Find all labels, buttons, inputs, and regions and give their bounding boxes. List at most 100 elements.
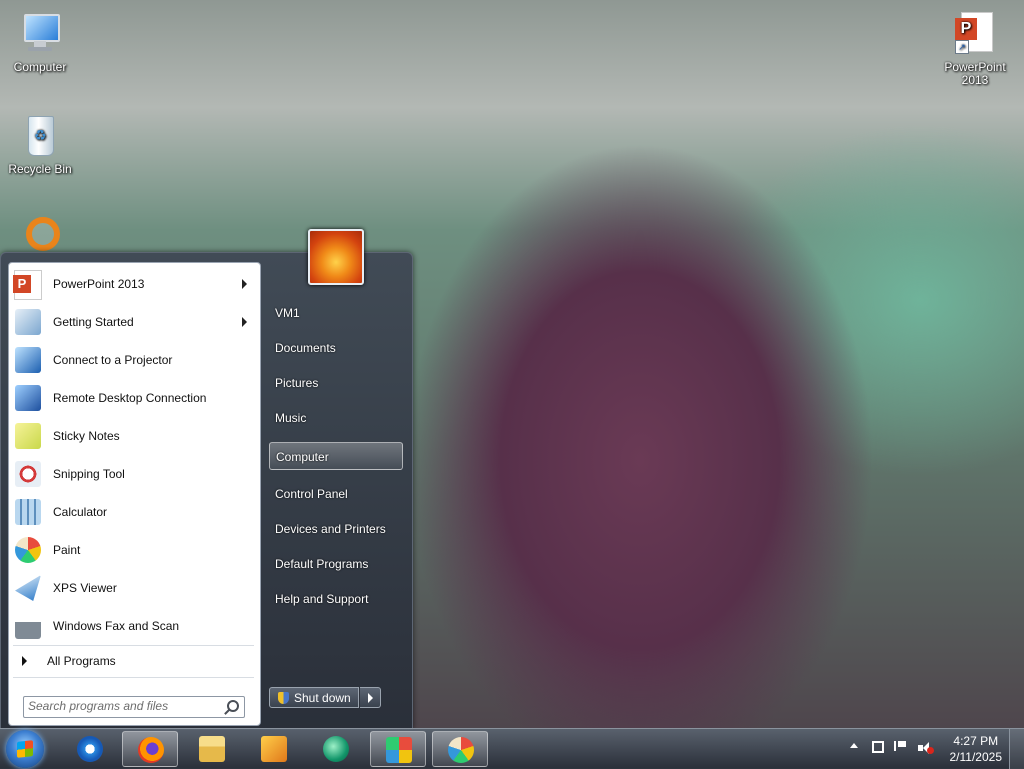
sticky-notes-icon (12, 420, 44, 452)
start-item-pictures[interactable]: Pictures (269, 369, 403, 397)
program-snipping-tool[interactable]: Snipping Tool (12, 456, 257, 492)
start-item-label: Default Programs (275, 557, 369, 571)
taskbar-control-panel[interactable] (370, 731, 426, 767)
all-programs-label: All Programs (47, 654, 116, 668)
program-fax-scan[interactable]: Windows Fax and Scan (12, 608, 257, 644)
start-item-label: Devices and Printers (275, 522, 386, 536)
start-item-default-programs[interactable]: Default Programs (269, 550, 403, 578)
divider (13, 677, 254, 678)
search-icon[interactable] (227, 700, 239, 712)
program-remote-desktop[interactable]: Remote Desktop Connection (12, 380, 257, 416)
paint-icon (448, 737, 474, 763)
all-programs-button[interactable]: All Programs (12, 648, 257, 674)
taskbar-green-app[interactable] (308, 731, 364, 767)
program-label: Remote Desktop Connection (53, 391, 207, 405)
start-item-music[interactable]: Music (269, 404, 403, 432)
desktop-icon-label: Computer (13, 60, 67, 74)
shutdown-options-button[interactable] (360, 687, 381, 708)
program-sticky-notes[interactable]: Sticky Notes (12, 418, 257, 454)
firefox-icon (138, 737, 164, 763)
media-player-icon (261, 736, 287, 762)
paint-icon (12, 534, 44, 566)
program-label: Snipping Tool (53, 467, 125, 481)
program-connect-projector[interactable]: Connect to a Projector (12, 342, 257, 378)
program-label: XPS Viewer (53, 581, 117, 595)
taskbar-internet-explorer[interactable] (62, 731, 118, 767)
user-account-picture[interactable] (308, 229, 364, 285)
volume-muted-icon[interactable] (918, 741, 934, 755)
taskbar: 4:27 PM 2/11/2025 (0, 728, 1024, 769)
taskbar-paint[interactable] (432, 731, 488, 767)
start-item-label: Computer (276, 450, 329, 464)
search-box[interactable] (23, 696, 245, 718)
snipping-tool-icon (12, 458, 44, 490)
system-tray: 4:27 PM 2/11/2025 (834, 729, 1024, 769)
program-paint[interactable]: Paint (12, 532, 257, 568)
program-powerpoint[interactable]: P PowerPoint 2013 (12, 266, 257, 302)
desktop-icon-label: Recycle Bin (8, 162, 72, 176)
program-label: Sticky Notes (53, 429, 120, 443)
taskbar-firefox[interactable] (122, 731, 178, 767)
start-item-documents[interactable]: Documents (269, 334, 403, 362)
program-label: Calculator (53, 505, 108, 519)
action-center-flag-icon[interactable] (894, 741, 906, 751)
start-item-computer[interactable]: Computer (269, 442, 403, 470)
start-item-vm1[interactable]: VM1 (269, 299, 403, 327)
program-label: Connect to a Projector (53, 353, 173, 367)
internet-explorer-icon (77, 736, 103, 762)
program-xps-viewer[interactable]: XPS Viewer (12, 570, 257, 606)
getting-started-icon (12, 306, 44, 338)
projector-icon (12, 344, 44, 376)
start-item-label: Help and Support (275, 592, 369, 606)
start-item-help-support[interactable]: Help and Support (269, 585, 403, 613)
program-label: Paint (53, 543, 81, 557)
start-item-devices-printers[interactable]: Devices and Printers (269, 515, 403, 543)
all-programs-arrow-icon (22, 656, 27, 666)
recycle-bin-icon (16, 112, 64, 160)
fax-scan-icon (12, 610, 44, 642)
submenu-arrow-icon (242, 279, 247, 289)
start-item-label: Music (275, 411, 307, 425)
program-getting-started[interactable]: Getting Started (12, 304, 257, 340)
show-hidden-icons-icon[interactable] (850, 743, 858, 748)
xps-viewer-icon (12, 572, 44, 604)
clock[interactable]: 4:27 PM 2/11/2025 (950, 733, 1003, 765)
program-label: PowerPoint 2013 (53, 277, 145, 291)
powerpoint-icon: P ↗ (951, 10, 999, 58)
shutdown-label: Shut down (294, 691, 351, 705)
start-item-label: Documents (275, 341, 336, 355)
show-desktop-button[interactable] (1009, 729, 1024, 769)
desktop-icon-powerpoint[interactable]: P ↗ PowerPoint 2013 (935, 10, 1015, 87)
shutdown-button[interactable]: Shut down (269, 687, 359, 708)
green-app-icon (323, 736, 349, 762)
computer-icon (16, 10, 64, 58)
file-explorer-icon (199, 736, 225, 762)
desktop-icon-label: PowerPoint 2013 (944, 60, 1006, 87)
shield-icon (278, 692, 289, 704)
clock-date: 2/11/2025 (949, 750, 1003, 764)
app-shortcut-icon[interactable] (26, 217, 60, 251)
start-item-label: Pictures (275, 376, 319, 390)
start-menu-programs-pane: P PowerPoint 2013 Getting Started Connec… (8, 262, 261, 726)
program-calculator[interactable]: Calculator (12, 494, 257, 530)
taskbar-file-explorer[interactable] (184, 731, 240, 767)
start-item-label: VM1 (275, 306, 300, 320)
windows-logo-icon (17, 740, 33, 758)
desktop-icon-computer[interactable]: Computer (0, 10, 80, 74)
remote-desktop-icon (12, 382, 44, 414)
desktop-icon-recycle-bin[interactable]: Recycle Bin (0, 112, 80, 176)
program-label: Windows Fax and Scan (53, 619, 180, 633)
control-panel-icon (386, 737, 412, 763)
divider (13, 645, 254, 646)
clock-time: 4:27 PM (953, 734, 999, 748)
start-menu: P PowerPoint 2013 Getting Started Connec… (0, 252, 413, 730)
program-label: Getting Started (53, 315, 134, 329)
start-button[interactable] (6, 730, 44, 768)
search-input[interactable] (24, 697, 218, 715)
taskbar-media-player[interactable] (246, 731, 302, 767)
start-item-control-panel[interactable]: Control Panel (269, 480, 403, 508)
powerpoint-icon: P (12, 268, 44, 300)
network-icon[interactable] (872, 741, 884, 753)
calculator-icon (12, 496, 44, 528)
start-item-label: Control Panel (275, 487, 348, 501)
